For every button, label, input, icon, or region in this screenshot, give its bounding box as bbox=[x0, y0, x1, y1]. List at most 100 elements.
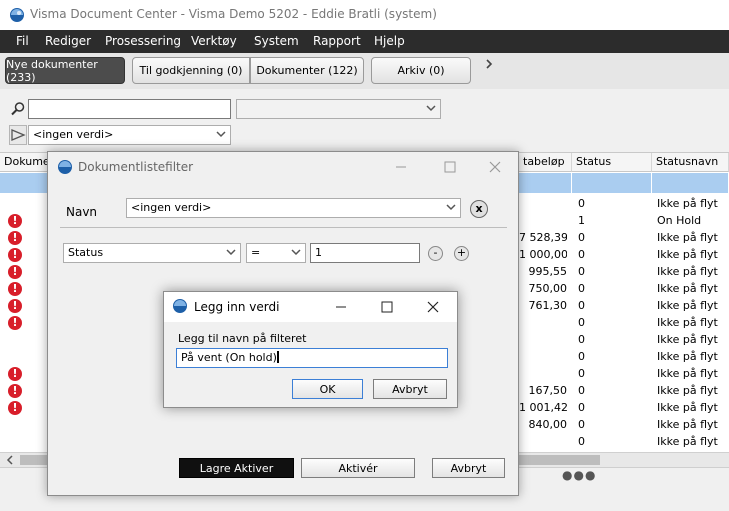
close-icon[interactable] bbox=[424, 298, 442, 316]
filter-icon[interactable] bbox=[9, 125, 27, 145]
remove-condition-button[interactable]: - bbox=[428, 246, 443, 261]
cell-amount[interactable] bbox=[519, 433, 567, 450]
menu-rapport[interactable]: Rapport bbox=[313, 34, 361, 48]
filter-name-select[interactable]: <ingen verdi> bbox=[126, 198, 461, 218]
cell-status[interactable]: 0 bbox=[578, 263, 648, 280]
cell-status[interactable]: 1 bbox=[578, 212, 648, 229]
cell-status[interactable]: 0 bbox=[578, 348, 648, 365]
chevron-left-icon[interactable] bbox=[6, 454, 14, 466]
clear-filter-button[interactable]: x bbox=[470, 200, 488, 218]
menu-system[interactable]: System bbox=[254, 34, 299, 48]
tab-til-godkjenning[interactable]: Til godkjenning (0) bbox=[132, 57, 250, 84]
tab-dokumenter[interactable]: Dokumenter (122) bbox=[250, 57, 364, 84]
minimize-icon[interactable] bbox=[392, 158, 410, 176]
window-titlebar: Visma Document Center - Visma Demo 5202 … bbox=[0, 0, 729, 30]
filter-select[interactable]: <ingen verdi> bbox=[28, 125, 231, 145]
cell-status-name[interactable]: Ikke på flyt bbox=[657, 263, 729, 280]
column-header-status[interactable]: Status bbox=[572, 153, 652, 172]
maximize-icon[interactable] bbox=[378, 298, 396, 316]
save-activate-button[interactable]: Lagre Aktiver bbox=[179, 458, 294, 478]
tab-nye-dokumenter[interactable]: Nye dokumenter (233) bbox=[5, 57, 125, 84]
cell-status-name[interactable]: Ikke på flyt bbox=[657, 229, 729, 246]
add-condition-button[interactable]: + bbox=[454, 246, 469, 261]
cell-amount[interactable] bbox=[519, 195, 567, 212]
cell-status[interactable]: 0 bbox=[578, 416, 648, 433]
cell-status-name[interactable]: On Hold bbox=[657, 212, 729, 229]
cell-status-name[interactable]: Ikke på flyt bbox=[657, 331, 729, 348]
cell-status[interactable]: 0 bbox=[578, 195, 648, 212]
operator-select-value: = bbox=[251, 246, 261, 259]
filter-name-input[interactable]: På vent (On hold) bbox=[176, 348, 448, 368]
cell-status-name[interactable]: Ikke på flyt bbox=[657, 195, 729, 212]
column-header-statusnavn[interactable]: Statusnavn bbox=[652, 153, 729, 172]
cell-amount[interactable] bbox=[519, 314, 567, 331]
cell-status-name[interactable]: Ikke på flyt bbox=[657, 382, 729, 399]
cell-amount[interactable] bbox=[519, 365, 567, 382]
compare-value-input[interactable]: 1 bbox=[310, 243, 420, 263]
filter-row-cell[interactable] bbox=[0, 173, 50, 193]
menu-verktoy[interactable]: Verktøy bbox=[191, 34, 237, 48]
cell-status-name[interactable]: Ikke på flyt bbox=[657, 348, 729, 365]
cell-status-name[interactable]: Ikke på flyt bbox=[657, 246, 729, 263]
enter-value-dialog: Legg inn verdi Legg til navn på filteret… bbox=[163, 291, 458, 408]
search-scope-select[interactable] bbox=[236, 99, 441, 119]
cell-status-name[interactable]: Ikke på flyt bbox=[657, 280, 729, 297]
cell-amount[interactable] bbox=[519, 212, 567, 229]
search-filter-area: <ingen verdi> bbox=[0, 89, 729, 153]
value-cancel-button[interactable]: Avbryt bbox=[373, 379, 447, 399]
cell-status-name[interactable]: Ikke på flyt bbox=[657, 365, 729, 382]
cell-amount[interactable]: 1 001,42 bbox=[519, 399, 567, 416]
error-icon: ! bbox=[8, 401, 22, 415]
filter-row-cell[interactable] bbox=[652, 173, 729, 193]
filter-row-cell[interactable] bbox=[572, 173, 652, 193]
cell-status[interactable]: 0 bbox=[578, 382, 648, 399]
cell-status[interactable]: 0 bbox=[578, 297, 648, 314]
cell-amount[interactable]: 840,00 bbox=[519, 416, 568, 433]
activate-button[interactable]: Aktivér bbox=[301, 458, 415, 478]
cell-amount[interactable]: 750,00 bbox=[519, 280, 568, 297]
maximize-icon[interactable] bbox=[441, 158, 459, 176]
operator-select[interactable]: = bbox=[246, 243, 306, 263]
filter-row-cell[interactable] bbox=[519, 173, 572, 193]
tab-arkiv[interactable]: Arkiv (0) bbox=[371, 57, 471, 84]
column-header-dokument[interactable]: Dokumen bbox=[0, 153, 57, 172]
cell-status[interactable]: 0 bbox=[578, 314, 648, 331]
error-icon: ! bbox=[8, 231, 22, 245]
cell-amount[interactable]: 1 000,00 bbox=[519, 246, 567, 263]
search-input[interactable] bbox=[28, 99, 231, 119]
minimize-icon[interactable] bbox=[332, 298, 350, 316]
cell-status-name[interactable]: Ikke på flyt bbox=[657, 433, 729, 450]
cell-amount[interactable]: 167,50 bbox=[519, 382, 568, 399]
cell-status[interactable]: 0 bbox=[578, 229, 648, 246]
cell-status[interactable]: 0 bbox=[578, 433, 648, 450]
filter-name-input-text: På vent (On hold) bbox=[181, 351, 277, 364]
divider bbox=[60, 227, 507, 228]
cell-status-name[interactable]: Ikke på flyt bbox=[657, 314, 729, 331]
field-select[interactable]: Status bbox=[63, 243, 241, 263]
filter-cancel-button[interactable]: Avbryt bbox=[432, 458, 505, 478]
cell-amount[interactable]: 761,30 bbox=[519, 297, 568, 314]
menu-fil[interactable]: Fil bbox=[16, 34, 29, 48]
column-header-belop[interactable]: tabeløp bbox=[519, 153, 572, 172]
cell-status-name[interactable]: Ikke på flyt bbox=[657, 416, 729, 433]
menu-rediger[interactable]: Rediger bbox=[45, 34, 91, 48]
cell-amount[interactable] bbox=[519, 331, 567, 348]
cell-status[interactable]: 0 bbox=[578, 365, 648, 382]
cell-amount[interactable]: 7 528,39 bbox=[519, 229, 567, 246]
chevron-right-icon[interactable] bbox=[484, 58, 494, 70]
cell-amount[interactable]: 995,55 bbox=[519, 263, 568, 280]
name-label: Navn bbox=[66, 205, 98, 219]
cell-status[interactable]: 0 bbox=[578, 331, 648, 348]
splitter-grip-icon[interactable]: ●●● bbox=[562, 468, 596, 482]
ok-button[interactable]: OK bbox=[292, 379, 363, 399]
cell-status[interactable]: 0 bbox=[578, 399, 648, 416]
menu-hjelp[interactable]: Hjelp bbox=[374, 34, 405, 48]
visma-logo-icon bbox=[172, 298, 188, 314]
menu-prosessering[interactable]: Prosessering bbox=[105, 34, 181, 48]
cell-status[interactable]: 0 bbox=[578, 280, 648, 297]
cell-status-name[interactable]: Ikke på flyt bbox=[657, 297, 729, 314]
cell-amount[interactable] bbox=[519, 348, 567, 365]
cell-status[interactable]: 0 bbox=[578, 246, 648, 263]
cell-status-name[interactable]: Ikke på flyt bbox=[657, 399, 729, 416]
close-icon[interactable] bbox=[486, 158, 504, 176]
